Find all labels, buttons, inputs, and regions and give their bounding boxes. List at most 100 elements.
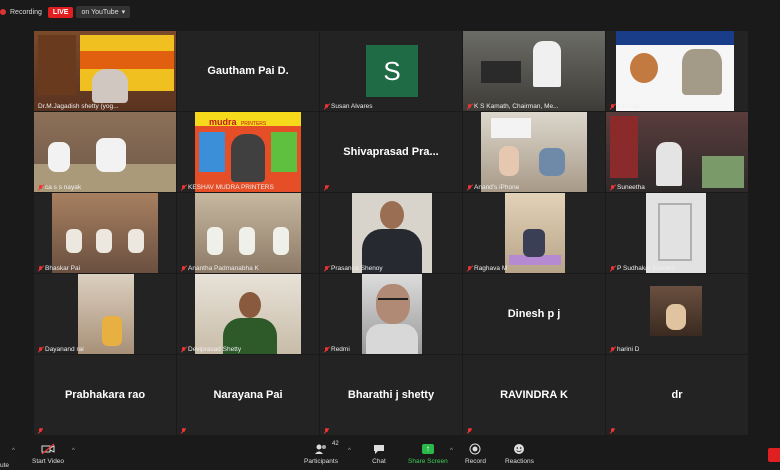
participant-tile[interactable]: Bharathi j shetty [320,355,462,435]
participant-display-name: Prabhakara rao [64,389,146,401]
share-screen-icon: ↑ [421,442,435,456]
chevron-down-icon: ▾ [121,9,126,16]
avatar: S [366,45,418,97]
participant-video [481,112,587,192]
participant-name-label [610,428,615,434]
record-icon [468,442,482,456]
mic-muted-icon [467,265,472,272]
participant-tile[interactable]: Dr.M.Jagadish shetty (yog... [34,31,176,111]
participant-name-label: ca s s nayak [38,184,81,191]
mic-muted-icon [38,184,43,191]
mic-muted-icon [467,428,472,434]
participant-name-label: Raghava M [467,265,507,272]
poster-brand: mudra [209,117,237,127]
meeting-toolbar: ^ Start Video ^ 42 Participants ^ Chat ↑… [0,440,780,470]
reactions-button[interactable]: Reactions [505,442,534,465]
participant-tile[interactable]: Prabhakara rao [34,355,176,435]
mic-muted-icon [324,185,329,191]
poster-brand-suffix: PRINTERS [240,121,267,127]
reactions-label: Reactions [505,458,534,465]
participant-name-label: K S Kamath, Chairman, Me... [467,103,559,110]
participant-tile[interactable]: Dayanand rai [34,274,176,354]
participant-video [195,193,301,273]
participant-name-label: Anand's iPhone [467,184,519,191]
participant-display-name: Gautham Pai D. [207,65,289,77]
mic-muted-icon [467,103,472,110]
participant-name-label [181,428,186,434]
start-video-button[interactable]: Start Video [32,442,64,465]
participant-display-name: Shivaprasad Pra... [343,146,439,158]
participant-name-label: Suneetha [610,184,645,191]
participant-name: ca s s nayak [45,184,82,191]
participant-tile[interactable]: Dinesh p j [463,274,605,354]
recording-label: Recording [10,8,42,16]
participant-video [606,112,748,192]
participant-name: P Sudhakar Kamath [617,265,676,272]
share-screen-label: Share Screen [408,458,448,465]
participant-video [646,193,706,273]
live-badge[interactable]: LIVE [47,6,74,18]
participant-tile[interactable]: Bhaskar Pai [34,193,176,273]
participants-label: Participants [304,458,338,465]
participant-tile[interactable]: Suneetha [606,112,748,192]
participant-tile[interactable]: RAVINDRA K [463,355,605,435]
poster-header: mudra PRINTERS [195,112,301,127]
share-options-chevron-icon[interactable]: ^ [450,448,453,454]
participant-name-label [38,428,43,434]
participant-name: Deviprasad Shetty [188,346,242,353]
participant-name-label [324,428,329,434]
participant-tile[interactable]: Gautham Pai D. [177,31,319,111]
participant-tile[interactable]: mudra PRINTERS KESHAV MUDRA PRINTERS [177,112,319,192]
participant-tile[interactable]: Shivaprasad Pra... [320,112,462,192]
participant-tile[interactable]: dr [606,355,748,435]
mic-muted-icon [181,265,186,272]
youtube-stream-dropdown[interactable]: on YouTube ▾ [76,6,131,18]
mic-muted-icon [324,346,329,353]
participant-video [78,274,134,354]
participant-name: K S Kamath, Chairman, Me... [474,103,559,110]
participant-name-label: KESHAV MUDRA PRINTERS [181,184,274,191]
video-options-chevron-icon[interactable]: ^ [72,448,75,454]
participants-options-chevron-icon[interactable]: ^ [348,448,351,454]
participant-tile[interactable]: Anantha Padmanabha K [177,193,319,273]
participant-name: Bhaskar Pai [45,265,81,272]
mic-muted-icon [610,346,615,353]
participant-tile[interactable]: S Susan Alvares [320,31,462,111]
participant-tile[interactable]: Narayana Pai [177,355,319,435]
mic-muted-icon [38,346,43,353]
end-meeting-button[interactable] [768,448,780,462]
chat-button[interactable]: Chat [372,442,386,465]
participant-name: Anand's iPhone [474,184,520,191]
participant-tile[interactable]: Anand's iPhone [463,112,605,192]
participants-button[interactable]: 42 Participants [304,441,339,465]
mic-muted-icon [181,428,186,434]
audio-options-chevron-icon[interactable]: ^ [12,448,15,454]
participant-name-label: Bhaskar Pai [38,265,80,272]
participant-name-label: Dayanand rai [38,346,84,353]
participant-tile[interactable]: A1 Logi... [606,31,748,111]
gallery-grid: Dr.M.Jagadish shetty (yog... Gautham Pai… [34,31,748,435]
record-button[interactable]: Record [465,442,486,465]
mic-muted-icon [467,184,472,191]
participant-tile[interactable]: ca s s nayak [34,112,176,192]
participant-tile[interactable]: Prasanna Shenoy [320,193,462,273]
chat-label: Chat [372,458,386,465]
share-screen-button[interactable]: ↑ Share Screen [408,442,448,465]
participant-display-name: Dinesh p j [507,308,561,320]
participant-display-name: dr [671,389,683,401]
participant-tile[interactable]: P Sudhakar Kamath [606,193,748,273]
participant-tile[interactable]: K S Kamath, Chairman, Me... [463,31,605,111]
record-dot-icon [0,9,6,15]
chat-icon [372,442,386,456]
participant-name-label: Deviprasad Shetty [181,346,241,353]
participant-tile[interactable]: harini D [606,274,748,354]
participant-tile[interactable]: Redmi [320,274,462,354]
mic-muted-icon [324,103,329,110]
participant-tile[interactable]: Deviprasad Shetty [177,274,319,354]
participant-tile[interactable]: Raghava M [463,193,605,273]
meeting-topbar: Recording LIVE on YouTube ▾ [0,0,780,24]
participant-name-label [467,428,472,434]
mute-button-label[interactable]: ute [0,462,9,469]
participant-name-label: Redmi [324,346,350,353]
participants-icon: 42 [314,441,339,456]
